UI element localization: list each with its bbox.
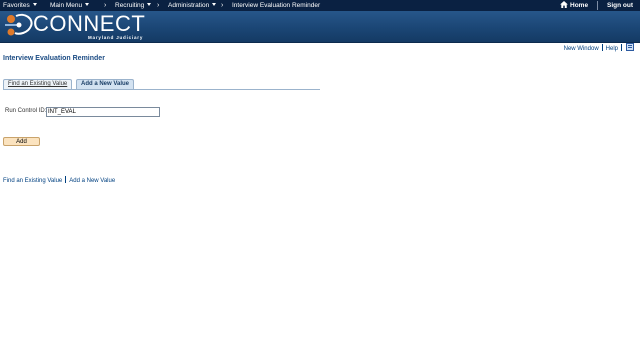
link-separator	[65, 176, 67, 183]
add-button[interactable]: Add	[3, 137, 40, 146]
tab-underline	[3, 89, 320, 90]
bottom-links: Find an Existing Value Add a New Value	[3, 176, 115, 184]
tab-add-new-value[interactable]: Add a New Value	[76, 79, 135, 89]
breadcrumb-current-page: Interview Evaluation Reminder	[232, 2, 321, 9]
breadcrumb-separator-icon: ›	[157, 2, 160, 9]
breadcrumb-recruiting-label: Recruiting	[115, 2, 145, 9]
connect-logo-icon	[5, 13, 33, 36]
run-control-id-input[interactable]	[46, 107, 160, 117]
tab-find-existing-label: Find an Existing Value	[8, 81, 68, 87]
breadcrumb-recruiting[interactable]: Recruiting	[115, 0, 152, 11]
favorites-dropdown-icon	[32, 3, 37, 6]
new-window-link[interactable]: New Window	[564, 46, 599, 52]
breadcrumb-administration[interactable]: Administration	[168, 0, 217, 11]
add-new-value-link[interactable]: Add a New Value	[69, 178, 115, 184]
breadcrumb-separator-icon: ›	[104, 2, 107, 9]
utility-links: New Window Help	[564, 43, 634, 52]
link-separator	[621, 44, 622, 51]
logo-subtitle: Maryland Judiciary	[88, 35, 144, 40]
page-title: Interview Evaluation Reminder	[3, 55, 105, 62]
connect-logo-text: CONNECT	[33, 11, 146, 36]
tab-add-new-label: Add a New Value	[81, 81, 130, 87]
administration-dropdown-icon	[212, 3, 217, 6]
breadcrumb-separator-icon: ›	[221, 2, 224, 9]
link-separator	[601, 44, 603, 51]
favorites-label: Favorites	[3, 2, 30, 9]
run-control-id-label: Run Control ID:	[5, 108, 47, 114]
home-link[interactable]: Home	[560, 0, 588, 11]
top-navigation-bar: Favorites Main Menu › Recruiting › Admin…	[0, 0, 640, 11]
main-menu-dropdown-icon	[85, 3, 90, 6]
breadcrumb-administration-label: Administration	[168, 2, 210, 9]
home-icon	[560, 1, 568, 8]
nav-divider	[597, 1, 598, 10]
find-existing-value-link[interactable]: Find an Existing Value	[3, 178, 62, 184]
sign-out-link[interactable]: Sign out	[607, 0, 633, 11]
main-menu[interactable]: Main Menu	[50, 0, 90, 11]
recruiting-dropdown-icon	[147, 3, 152, 6]
main-menu-label: Main Menu	[50, 2, 83, 9]
tab-find-existing-value[interactable]: Find an Existing Value	[3, 79, 73, 89]
personalize-page-icon[interactable]	[626, 43, 634, 51]
home-label: Home	[570, 2, 589, 9]
favorites-menu[interactable]: Favorites	[3, 0, 37, 11]
help-link[interactable]: Help	[606, 46, 618, 52]
